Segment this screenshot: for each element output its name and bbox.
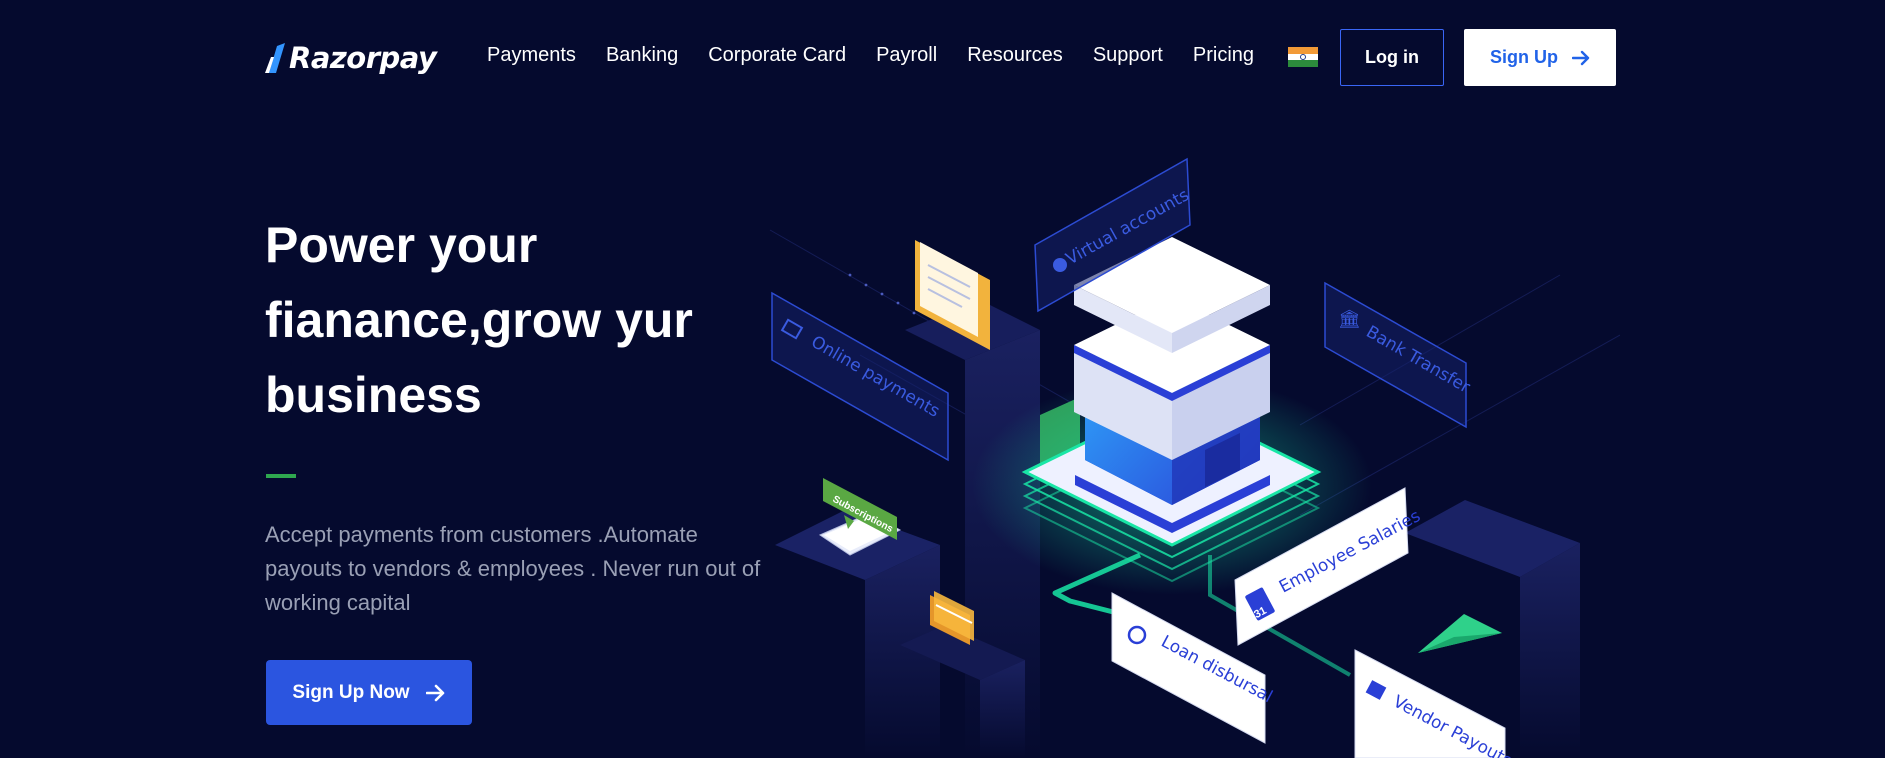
nav-links: Payments Banking Corporate Card Payroll … bbox=[487, 44, 1284, 67]
hero-subtitle: Accept payments from customers .Automate… bbox=[265, 522, 761, 615]
arrow-right-icon bbox=[1572, 50, 1590, 65]
hero-title-line: Power your bbox=[265, 217, 538, 273]
signup-now-button[interactable]: Sign Up Now bbox=[266, 660, 472, 725]
hero-illustration: Virtual accounts Online payments 🏛 Bank … bbox=[740, 115, 1620, 758]
nav-link-banking[interactable]: Banking bbox=[606, 44, 678, 67]
hero-title: Power your fianance,grow yur business bbox=[265, 208, 785, 433]
bank-transfer-panel: 🏛 Bank Transfer bbox=[1324, 281, 1473, 429]
nav-link-payments[interactable]: Payments bbox=[487, 44, 576, 67]
login-button[interactable]: Log in bbox=[1340, 29, 1444, 86]
login-label: Log in bbox=[1365, 47, 1419, 67]
india-flag-icon[interactable] bbox=[1288, 47, 1318, 67]
razorpay-logo-icon bbox=[265, 43, 285, 73]
vendor-payouts-card: Vendor Payouts bbox=[1354, 649, 1516, 758]
brand-name: Razorpay bbox=[289, 41, 437, 75]
online-payments-panel: Online payments bbox=[771, 291, 949, 462]
signup-button[interactable]: Sign Up bbox=[1464, 29, 1616, 86]
isometric-banking-illustration: Virtual accounts Online payments 🏛 Bank … bbox=[769, 157, 1620, 758]
bank-icon: 🏛 bbox=[1338, 309, 1361, 330]
paper-plane-icon bbox=[1418, 614, 1502, 653]
cta-label: Sign Up Now bbox=[292, 681, 410, 703]
nav-link-corporate-card[interactable]: Corporate Card bbox=[708, 44, 846, 67]
top-navigation: Razorpay Payments Banking Corporate Card… bbox=[0, 0, 1885, 115]
arrow-right-icon bbox=[425, 684, 444, 701]
nav-link-pricing[interactable]: Pricing bbox=[1193, 44, 1254, 67]
signup-label: Sign Up bbox=[1490, 47, 1558, 67]
nav-link-payroll[interactable]: Payroll bbox=[876, 44, 937, 67]
hero-title-line: fianance,grow yur bbox=[265, 292, 693, 348]
nav-link-support[interactable]: Support bbox=[1093, 44, 1163, 67]
accent-divider bbox=[266, 474, 296, 478]
nav-link-resources[interactable]: Resources bbox=[967, 44, 1063, 67]
hero-title-line: business bbox=[265, 367, 482, 423]
razorpay-logo[interactable]: Razorpay bbox=[265, 38, 437, 78]
